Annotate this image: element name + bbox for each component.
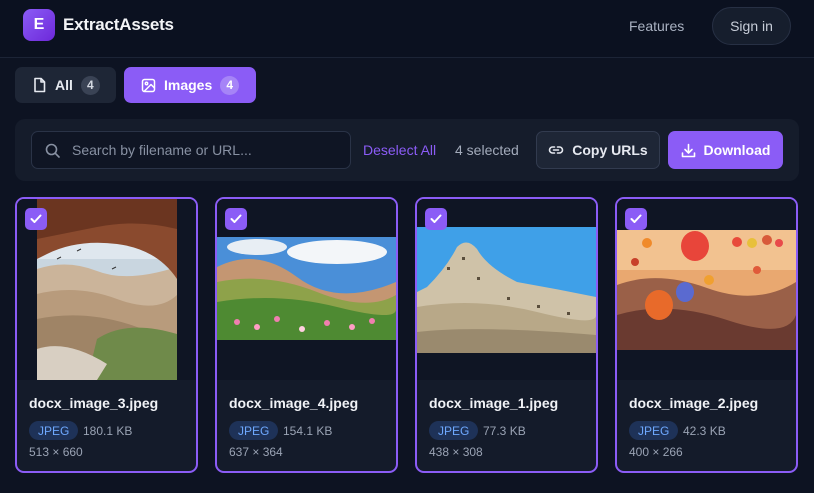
copy-urls-label: Copy URLs [572,142,648,158]
tab-label: All [55,77,73,93]
file-size: 154.1 KB [283,424,333,438]
file-size: 77.3 KB [483,424,526,438]
link-icon [549,146,564,154]
logo-letter: E [33,16,45,33]
file-size: 180.1 KB [83,424,133,438]
search-box [31,131,351,169]
tab-all[interactable]: All 4 [15,67,116,103]
tab-count-badge: 4 [80,75,100,95]
filename: docx_image_2.jpeg [629,395,759,411]
image-card[interactable]: docx_image_2.jpeg JPEG 42.3 KB 400 × 266 [615,197,798,473]
checkbox-checked[interactable] [625,208,647,230]
deselect-all-link[interactable]: Deselect All [363,142,436,158]
image-card[interactable]: docx_image_3.jpeg JPEG 180.1 KB 513 × 66… [15,197,198,473]
check-icon [230,214,242,223]
check-icon [630,214,642,223]
app-header: E ExtractAssets Features Sign in [0,0,814,58]
thumbnail-image [417,227,596,353]
image-card[interactable]: docx_image_4.jpeg JPEG 154.1 KB 637 × 36… [215,197,398,473]
checkbox-checked[interactable] [225,208,247,230]
file-type-badge: JPEG [429,421,479,440]
thumbnail-image [37,199,177,380]
filename: docx_image_4.jpeg [229,395,359,411]
search-input[interactable] [72,132,342,168]
download-button[interactable]: Download [668,131,783,169]
check-icon [430,214,442,223]
filename: docx_image_1.jpeg [429,395,559,411]
image-dimensions: 637 × 364 [229,445,283,459]
filename: docx_image_3.jpeg [29,395,159,411]
file-type-badge: JPEG [629,421,679,440]
thumbnail-image [617,230,796,350]
thumbnail-image [217,237,396,340]
image-card[interactable]: docx_image_1.jpeg JPEG 77.3 KB 438 × 308 [415,197,598,473]
copy-urls-button[interactable]: Copy URLs [536,131,660,169]
selected-count: 4 selected [455,142,519,158]
brand-name[interactable]: ExtractAssets [63,15,174,35]
file-type-badge: JPEG [29,421,79,440]
tab-images[interactable]: Images 4 [124,67,256,103]
image-icon [141,78,156,92]
file-type-badge: JPEG [229,421,279,440]
file-size: 42.3 KB [683,424,726,438]
download-icon [681,143,695,157]
download-label: Download [703,142,771,158]
toolbar: Deselect All 4 selected Copy URLs Downlo… [15,119,799,181]
checkbox-checked[interactable] [425,208,447,230]
checkbox-checked[interactable] [25,208,47,230]
file-icon [34,77,46,93]
nav-link-features[interactable]: Features [629,18,684,34]
sign-in-button[interactable]: Sign in [712,7,791,45]
tab-count-badge: 4 [220,75,240,95]
check-icon [30,214,42,223]
image-dimensions: 513 × 660 [29,445,83,459]
search-icon [45,143,60,158]
image-dimensions: 400 × 266 [629,445,683,459]
tab-label: Images [164,77,213,93]
logo-icon[interactable]: E [23,9,55,41]
image-dimensions: 438 × 308 [429,445,483,459]
